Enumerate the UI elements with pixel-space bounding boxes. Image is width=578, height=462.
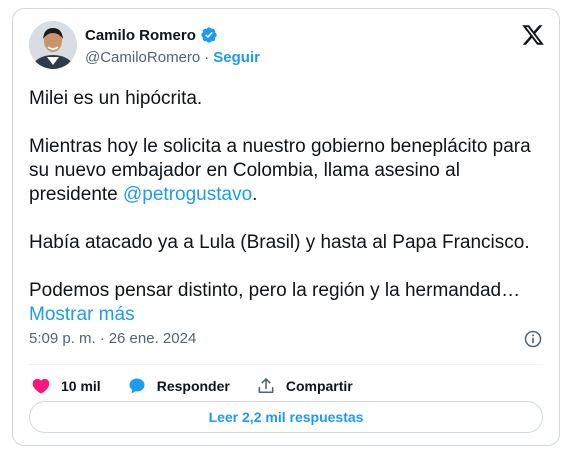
reply-button[interactable]: Responder [127, 376, 230, 396]
action-bar: 10 mil Responder Compartir [31, 371, 379, 401]
avatar-photo [29, 21, 77, 69]
avatar[interactable] [29, 21, 77, 69]
share-label: Compartir [285, 378, 353, 394]
separator-dot: · [204, 49, 210, 66]
like-count: 10 mil [61, 378, 101, 394]
tweet-paragraph: Podemos pensar distinto, pero la región … [29, 279, 545, 327]
author-handle[interactable]: @CamiloRomero [85, 49, 200, 66]
verified-badge-icon [201, 27, 217, 43]
tweet-date: 26 ene. 2024 [108, 330, 197, 347]
tweet-text: Milei es un hipócrita. Mientras hoy le s… [29, 87, 545, 327]
author-name[interactable]: Camilo Romero [85, 27, 196, 44]
author-name-row: Camilo Romero [85, 26, 218, 44]
separator-dot: · [99, 330, 105, 347]
share-button[interactable]: Compartir [256, 376, 353, 396]
tweet-paragraph: Mientras hoy le solicita a nuestro gobie… [29, 135, 545, 207]
heart-icon [32, 378, 50, 394]
tweet-paragraph: Milei es un hipócrita. [29, 88, 203, 109]
share-upload-icon [258, 378, 274, 394]
tweet-time: 5:09 p. m. [29, 330, 96, 347]
reply-label: Responder [156, 378, 230, 394]
speech-bubble-icon [129, 378, 145, 394]
x-logo-icon[interactable] [521, 23, 545, 47]
like-button[interactable]: 10 mil [31, 376, 101, 396]
timestamp[interactable]: 5:09 p. m. · 26 ene. 2024 [29, 330, 196, 347]
divider [29, 364, 543, 365]
tweet-text-segment: Mientras hoy le solicita a nuestro gobie… [29, 136, 531, 205]
read-replies-button[interactable]: Leer 2,2 mil respuestas [29, 401, 543, 433]
mention-link[interactable]: @petrogustavo [123, 184, 252, 205]
follow-button[interactable]: Seguir [213, 49, 260, 66]
info-icon[interactable] [523, 329, 543, 349]
tweet-text-segment: . [252, 184, 258, 205]
tweet-card: Camilo Romero @CamiloRomero · Seguir Mil… [12, 8, 560, 446]
author-handle-row: @CamiloRomero · Seguir [85, 49, 260, 66]
show-more-link[interactable]: Mostrar más [29, 304, 135, 325]
tweet-paragraph: Había atacado ya a Lula (Brasil) y hasta… [29, 232, 530, 253]
tweet-text-segment: Podemos pensar distinto, pero la región … [29, 280, 521, 301]
